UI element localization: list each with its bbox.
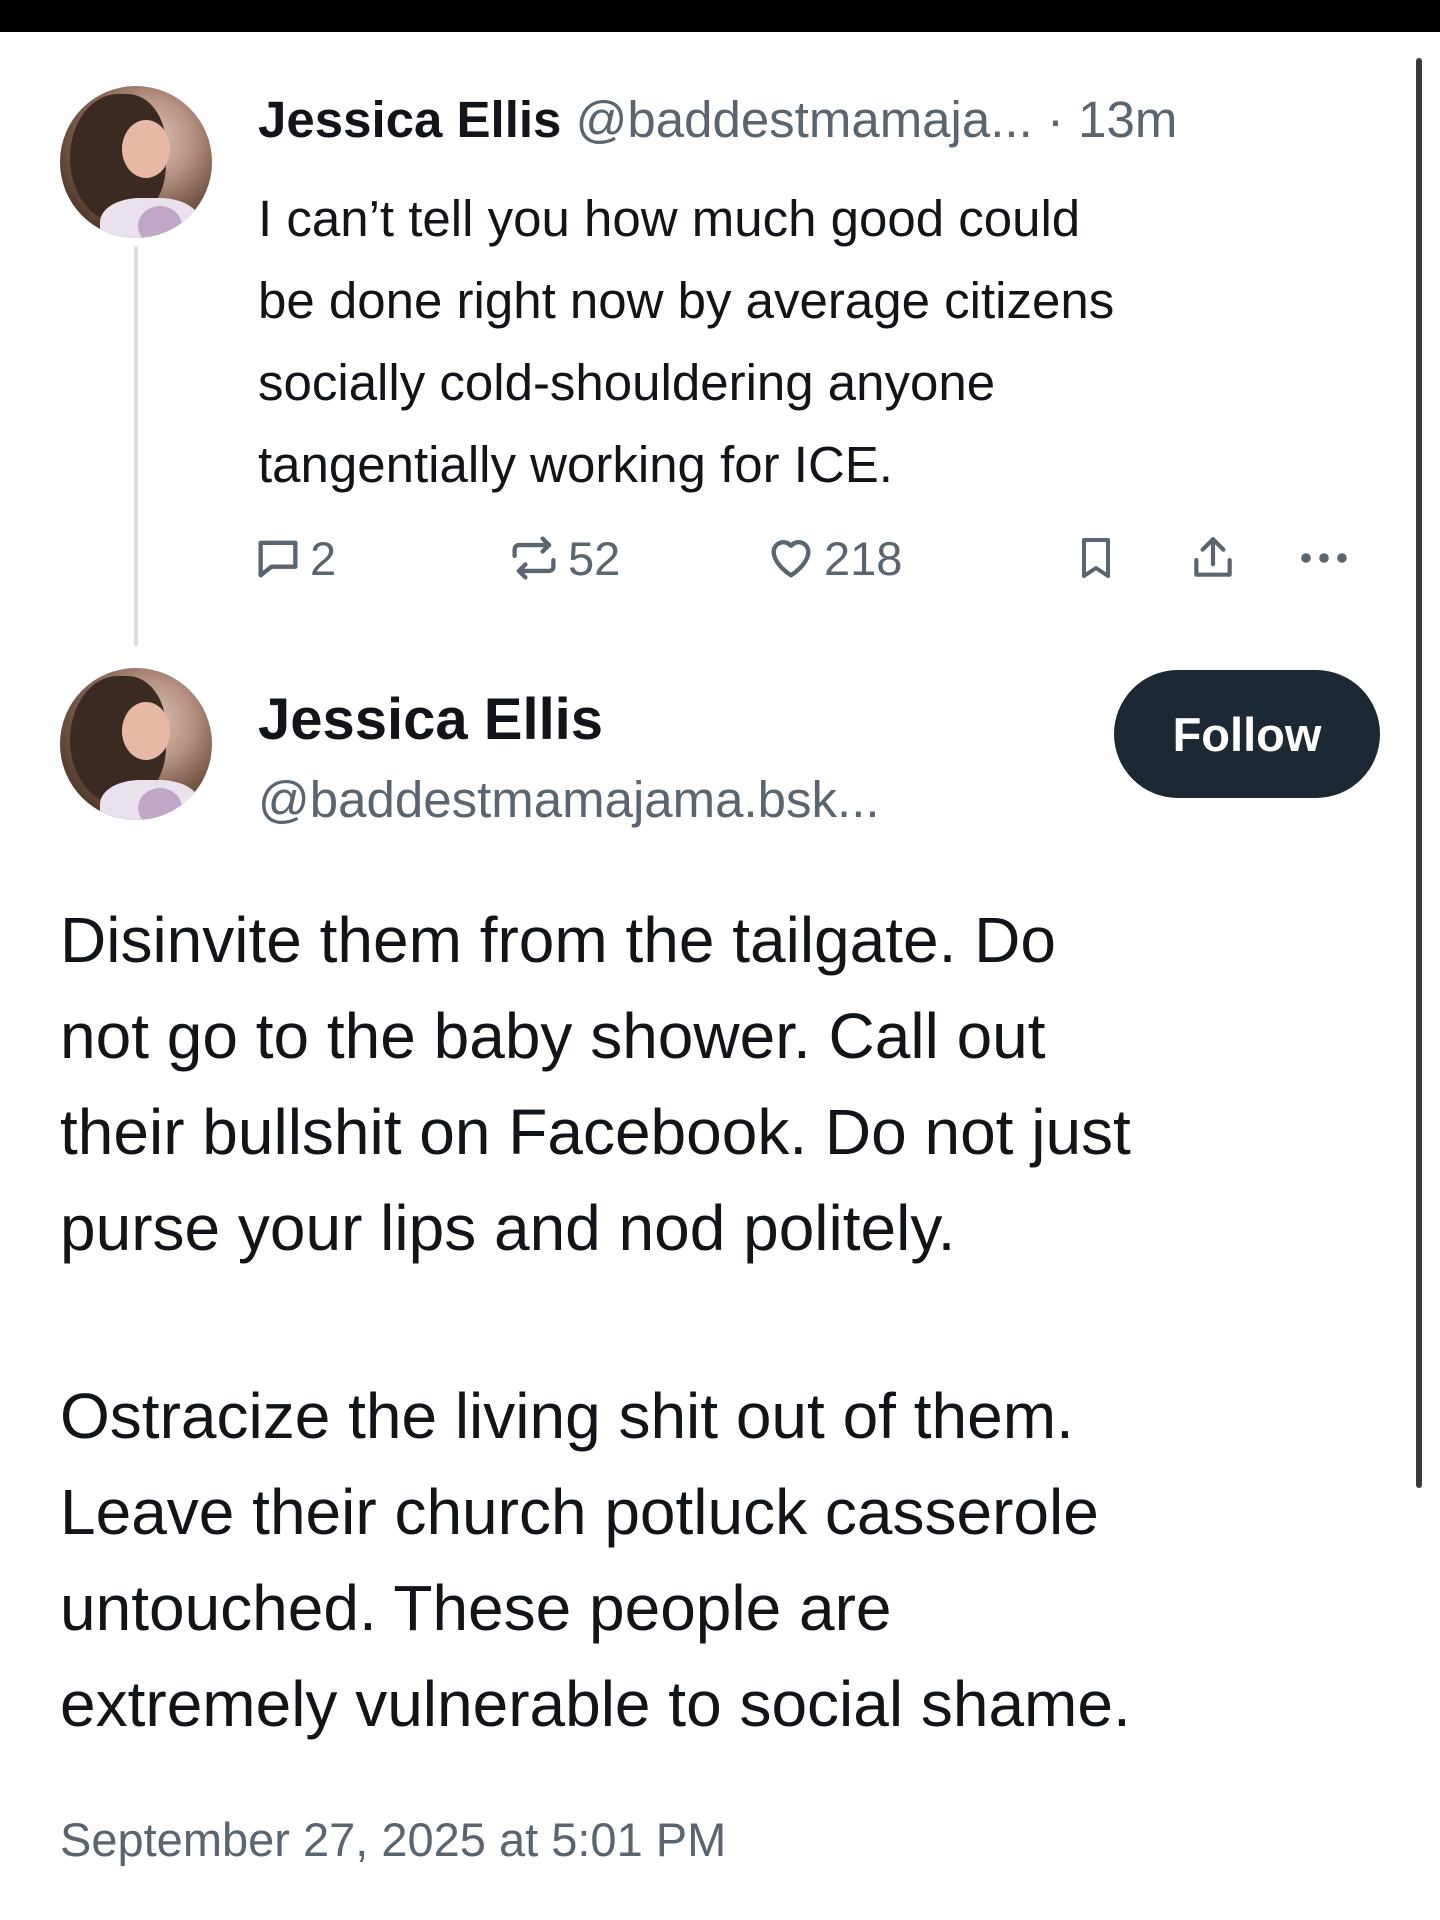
bookmark-icon — [1082, 538, 1110, 578]
share-button[interactable] — [1188, 528, 1238, 588]
top-bar — [0, 0, 1440, 32]
post-paragraph: Disinvite them from the tailgate. Do not… — [60, 892, 1400, 1276]
post-text-line: Disinvite them from the tailgate. Do — [60, 904, 1056, 976]
post-text-line: tangentially working for ICE. — [258, 436, 893, 493]
comment-icon — [258, 540, 298, 578]
separator-dot: · — [1046, 91, 1064, 148]
post-text-line: their bullshit on Facebook. Do not just — [60, 1096, 1131, 1168]
post-text-line: Leave their church potluck casserole — [60, 1476, 1099, 1548]
post-text-line: I can’t tell you how much good could — [258, 190, 1081, 247]
post-text-line: extremely vulnerable to social shame. — [60, 1668, 1131, 1740]
author-avatar[interactable] — [60, 668, 212, 820]
follow-button[interactable]: Follow — [1114, 670, 1380, 798]
more-icon — [1301, 553, 1347, 563]
post-text: I can’t tell you how much good could be … — [258, 178, 1378, 506]
post-actions: 2 52 218 — [252, 528, 1362, 588]
repost-icon — [512, 536, 556, 580]
post-text-line: untouched. These people are — [60, 1572, 892, 1644]
post-text-line: socially cold-shouldering anyone — [258, 354, 996, 411]
post-text-line: purse your lips and nod politely. — [60, 1192, 956, 1264]
reply-button[interactable]: 2 — [252, 528, 336, 588]
post-timestamp[interactable]: September 27, 2025 at 5:01 PM — [60, 1810, 726, 1870]
repost-button[interactable]: 52 — [506, 528, 620, 588]
author-avatar[interactable] — [60, 86, 212, 238]
post-paragraph: Ostracize the living shit out of them. L… — [60, 1368, 1400, 1752]
post-text-line: be done right now by average citizens — [258, 272, 1115, 329]
share-icon — [1194, 537, 1232, 577]
scrollbar[interactable] — [1416, 58, 1422, 1488]
author-name[interactable]: Jessica Ellis — [258, 686, 603, 754]
like-button[interactable]: 218 — [764, 528, 902, 588]
like-count: 218 — [824, 531, 903, 585]
heart-icon — [771, 540, 811, 578]
author-handle[interactable]: @baddestmamaja... — [576, 91, 1033, 148]
post-header: Jessica Ellis @baddestmamaja... · 13m — [258, 90, 1177, 150]
post-text-line: Ostracize the living shit out of them. — [60, 1380, 1074, 1452]
author-handle[interactable]: @baddestmamajama.bsk... — [258, 770, 880, 830]
post-text-line: not go to the baby shower. Call out — [60, 1000, 1046, 1072]
bookmark-button[interactable] — [1072, 528, 1120, 588]
more-button[interactable] — [1296, 528, 1352, 588]
post-time[interactable]: 13m — [1078, 91, 1177, 148]
repost-count: 52 — [568, 531, 621, 585]
author-name[interactable]: Jessica Ellis — [258, 91, 561, 148]
thread-line — [134, 246, 138, 646]
reply-count: 2 — [310, 531, 337, 585]
